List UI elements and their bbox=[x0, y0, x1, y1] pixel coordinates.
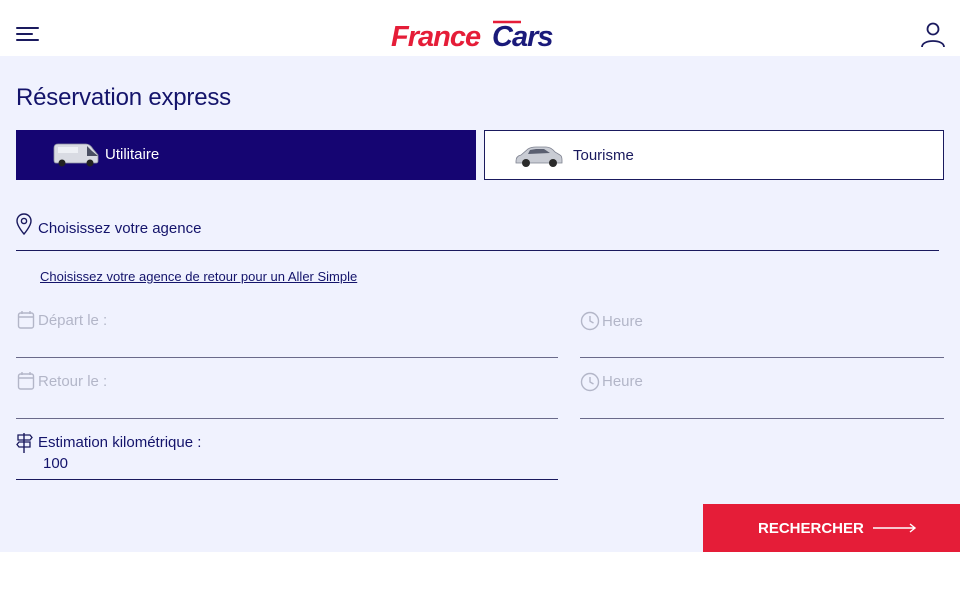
top-bar: France Cars bbox=[0, 0, 960, 56]
clock-icon bbox=[580, 372, 600, 392]
calendar-icon bbox=[17, 372, 35, 390]
tab-utilitaire[interactable]: Utilitaire bbox=[16, 130, 476, 180]
return-time-field[interactable]: Heure bbox=[602, 373, 643, 390]
search-button-label: RECHERCHER bbox=[758, 520, 864, 537]
signpost-icon bbox=[16, 433, 33, 453]
return-date-underline bbox=[16, 418, 558, 419]
svg-text:France: France bbox=[391, 21, 481, 51]
user-account-icon[interactable] bbox=[920, 22, 946, 48]
return-agency-link[interactable]: Choisissez votre agence de retour pour u… bbox=[40, 269, 357, 284]
arrow-right-icon bbox=[873, 523, 917, 533]
departure-time-underline bbox=[580, 357, 944, 358]
van-icon bbox=[53, 143, 99, 167]
francecars-logo[interactable]: France Cars bbox=[389, 17, 573, 51]
calendar-icon bbox=[17, 311, 35, 329]
mileage-input[interactable]: 100 bbox=[43, 455, 68, 472]
return-time-underline bbox=[580, 418, 944, 419]
departure-time-field[interactable]: Heure bbox=[602, 313, 643, 330]
agency-field[interactable]: Choisissez votre agence bbox=[38, 220, 201, 237]
clock-icon bbox=[580, 311, 600, 331]
agency-field-underline bbox=[16, 250, 939, 251]
location-pin-icon bbox=[16, 213, 32, 235]
departure-date-field[interactable]: Départ le : bbox=[38, 312, 107, 329]
tab-tourisme-label: Tourisme bbox=[573, 147, 634, 164]
tab-tourisme[interactable]: Tourisme bbox=[484, 130, 944, 180]
departure-date-underline bbox=[16, 357, 558, 358]
mileage-label: Estimation kilométrique : bbox=[38, 434, 202, 451]
hamburger-menu-icon[interactable] bbox=[16, 25, 39, 43]
svg-text:Cars: Cars bbox=[492, 21, 553, 51]
car-icon bbox=[515, 146, 563, 167]
search-button[interactable]: RECHERCHER bbox=[703, 504, 960, 552]
mileage-underline bbox=[16, 479, 558, 480]
return-date-field[interactable]: Retour le : bbox=[38, 373, 107, 390]
page-title: Réservation express bbox=[16, 84, 231, 111]
tab-utilitaire-label: Utilitaire bbox=[105, 146, 160, 163]
